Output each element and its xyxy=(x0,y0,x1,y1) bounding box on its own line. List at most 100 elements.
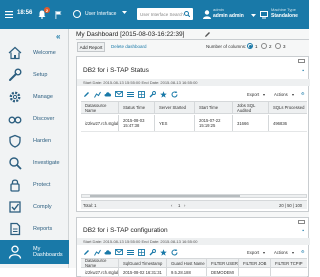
panel-more-icon[interactable]: ▪ xyxy=(302,68,304,74)
flag-icon[interactable] xyxy=(54,10,62,19)
wrench-icon[interactable] xyxy=(148,248,156,256)
mail-icon[interactable] xyxy=(115,248,123,256)
sidebar-item-investigate[interactable]: Investigate xyxy=(0,152,69,174)
settings-icon[interactable]: ⚙ xyxy=(301,91,305,96)
column-header[interactable]: FILTER USER xyxy=(207,259,239,267)
cloud-icon[interactable] xyxy=(104,248,112,256)
column-option-1[interactable]: 1 xyxy=(247,43,258,49)
star-icon[interactable] xyxy=(159,90,167,98)
edit-icon[interactable] xyxy=(82,248,90,256)
wrench-icon[interactable] xyxy=(148,90,156,98)
user-menu[interactable]: admin admin xyxy=(213,13,244,19)
binoculars-icon xyxy=(3,112,27,126)
export-menu[interactable]: Export xyxy=(247,92,259,97)
edit-icon[interactable] xyxy=(82,90,90,98)
radio-selected-icon[interactable] xyxy=(247,43,253,49)
search-icon[interactable] xyxy=(184,11,191,19)
user-avatar-icon[interactable] xyxy=(202,9,211,19)
chart-icon[interactable] xyxy=(93,90,101,98)
sidebar-item-label: Manage xyxy=(33,93,53,100)
column-option-label: 2 xyxy=(269,43,272,49)
add-report-button[interactable]: Add Report xyxy=(77,42,105,52)
role-dropdown-chevron-icon[interactable] xyxy=(122,11,127,14)
column-header[interactable]: Server Started xyxy=(155,102,195,113)
table-row[interactable]: iz2kw27.rch.stglabs 2015-08-03 15:47:38 … xyxy=(81,115,307,132)
machine-type[interactable]: Standalone xyxy=(271,13,298,19)
column-header[interactable]: Status Time xyxy=(119,102,155,113)
date-range: Start Date: 2015-08-13 15:55:00 End Date… xyxy=(77,79,310,86)
table-icon[interactable] xyxy=(137,248,145,256)
column-header[interactable]: Guard Host Name xyxy=(167,259,207,267)
mail-icon[interactable] xyxy=(115,90,123,98)
user-chevron-icon[interactable] xyxy=(251,14,256,17)
panel-window-controls[interactable] xyxy=(298,220,305,224)
previous-page-icon[interactable]: ‹ xyxy=(171,203,172,208)
column-header[interactable]: FILTER JOB xyxy=(239,259,271,267)
gear-icon xyxy=(3,90,27,104)
dashboard-title: My Dashboard [2015-08-03-16:22:39] xyxy=(76,31,185,38)
export-chevron-icon[interactable]: ▾ xyxy=(263,92,265,97)
list-icon[interactable] xyxy=(126,248,134,256)
sidebar-item-discover[interactable]: Discover xyxy=(0,108,69,130)
table-row[interactable]: iz2kw27.rch.stglabs 2015-08-02 16:31:31 … xyxy=(81,268,307,277)
panel-more-icon[interactable]: ▪ xyxy=(302,228,304,234)
menu-icon[interactable] xyxy=(5,11,13,18)
table-header: Datasource Name SqlGuard Timestamp Guard… xyxy=(81,258,307,268)
machine-icon xyxy=(259,10,268,19)
sidebar-item-setup[interactable]: Setup xyxy=(0,64,69,86)
home-icon xyxy=(3,46,27,60)
actions-menu[interactable]: Actions xyxy=(274,250,288,255)
sidebar-item-label: Comply xyxy=(33,203,52,210)
star-icon[interactable] xyxy=(159,248,167,256)
sidebar-item-harden[interactable]: Harden xyxy=(0,130,69,152)
delete-dashboard-link[interactable]: Delete dashboard xyxy=(111,44,147,49)
sidebar-item-reports[interactable]: Reports xyxy=(0,218,69,240)
sidebar-item-label: Reports xyxy=(33,225,53,232)
column-option-2[interactable]: 2 xyxy=(261,43,272,49)
checkbox-icon xyxy=(3,200,27,214)
cloud-icon[interactable] xyxy=(104,90,112,98)
table-icon[interactable] xyxy=(137,90,145,98)
column-header[interactable]: FILTER TCPIP xyxy=(271,259,307,267)
sidebar-item-protect[interactable]: Protect xyxy=(0,174,69,196)
person-icon xyxy=(3,245,27,259)
actions-menu[interactable]: Actions xyxy=(274,92,288,97)
search-input[interactable]: User Interface Search xyxy=(140,12,184,17)
next-page-icon[interactable]: › xyxy=(184,203,185,208)
user-caption: admin xyxy=(213,7,224,12)
list-icon[interactable] xyxy=(126,90,134,98)
sidebar-item-manage[interactable]: Manage xyxy=(0,86,69,108)
refresh-icon[interactable] xyxy=(170,248,178,256)
radio-unselected-icon[interactable] xyxy=(275,43,281,49)
export-chevron-icon[interactable]: ▾ xyxy=(263,250,265,255)
radio-unselected-icon[interactable] xyxy=(261,43,267,49)
sidebar-item-my-dashboards[interactable]: My Dashboards xyxy=(0,240,69,264)
sidebar-item-comply[interactable]: Comply xyxy=(0,196,69,218)
column-header[interactable]: Jobs SQL Audited xyxy=(233,102,269,113)
actions-chevron-icon[interactable]: ▾ xyxy=(292,92,294,97)
column-header[interactable]: Datasource Name xyxy=(81,102,119,113)
sidebar-item-welcome[interactable]: Welcome xyxy=(0,42,69,64)
column-header[interactable]: Start Time xyxy=(195,102,233,113)
sidebar-collapse-icon[interactable]: « xyxy=(56,32,60,41)
export-menu[interactable]: Export xyxy=(247,250,259,255)
column-option-3[interactable]: 3 xyxy=(275,43,286,49)
column-header[interactable]: SqlGuard Timestamp xyxy=(119,259,167,267)
column-header[interactable]: SQLs Processed xyxy=(269,102,307,113)
actions-chevron-icon[interactable]: ▾ xyxy=(292,250,294,255)
scrollbar-thumb[interactable] xyxy=(90,195,240,197)
settings-icon[interactable]: ⚙ xyxy=(301,249,305,254)
page-number[interactable]: 1 xyxy=(178,203,180,208)
panel-window-controls[interactable] xyxy=(298,59,305,63)
page-size-selector[interactable]: 20 | 50 | 100 xyxy=(279,203,302,208)
sidebar-item-label: Investigate xyxy=(33,159,60,166)
refresh-icon[interactable] xyxy=(170,90,178,98)
role-selector[interactable]: User Interface xyxy=(85,11,116,17)
search-box[interactable]: User Interface Search xyxy=(137,8,193,20)
column-header[interactable]: Datasource Name xyxy=(81,259,119,267)
total-count: Total: 1 xyxy=(83,203,97,208)
table-cell: YES xyxy=(155,115,195,131)
horizontal-scrollbar[interactable] xyxy=(81,194,307,198)
chart-icon[interactable] xyxy=(93,248,101,256)
notification-badge: 2 xyxy=(44,7,50,13)
